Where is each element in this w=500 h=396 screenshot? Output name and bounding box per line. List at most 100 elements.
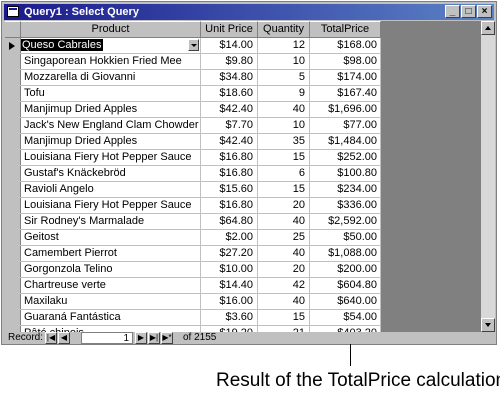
table-row[interactable]: Ravioli Angelo $15.60 15 $234.00 — [5, 182, 381, 198]
table-row[interactable]: Louisiana Fiery Hot Pepper Sauce $16.80 20… — [5, 198, 381, 214]
close-button[interactable]: × — [477, 5, 492, 18]
product-cell[interactable]: Louisiana Fiery Hot Pepper Sauce — [21, 150, 201, 165]
vertical-scrollbar[interactable] — [481, 21, 495, 332]
table-row[interactable]: Manjimup Dried Apples $42.40 35 $1,484.00 — [5, 134, 381, 150]
row-selector[interactable] — [5, 166, 21, 181]
row-selector[interactable] — [5, 214, 21, 229]
table-row[interactable]: Queso Cabrales $14.00 12 $168.00 — [5, 38, 381, 54]
total-price-cell[interactable]: $100.80 — [310, 166, 381, 181]
product-cell[interactable]: Sir Rodney's Marmalade — [21, 214, 201, 229]
quantity-cell[interactable]: 15 — [258, 182, 310, 197]
minimize-button[interactable]: _ — [445, 5, 460, 18]
table-row[interactable]: Mozzarella di Giovanni $34.80 5 $174.00 — [5, 70, 381, 86]
scroll-up-icon[interactable] — [481, 21, 495, 35]
table-row[interactable]: Camembert Pierrot $27.20 40 $1,088.00 — [5, 246, 381, 262]
unit-price-cell[interactable]: $10.00 — [201, 262, 258, 277]
unit-price-cell[interactable]: $16.00 — [201, 294, 258, 309]
last-record-icon[interactable]: ▶| — [148, 332, 160, 344]
table-row[interactable]: Geitost $2.00 25 $50.00 — [5, 230, 381, 246]
total-price-cell[interactable]: $77.00 — [310, 118, 381, 133]
unit-price-cell[interactable]: $64.80 — [201, 214, 258, 229]
product-cell[interactable]: Jack's New England Clam Chowder — [21, 118, 201, 133]
quantity-cell[interactable]: 35 — [258, 134, 310, 149]
quantity-cell[interactable]: 6 — [258, 166, 310, 181]
row-selector[interactable] — [5, 150, 21, 165]
product-cell[interactable]: Maxilaku — [21, 294, 201, 309]
total-price-cell[interactable]: $1,696.00 — [310, 102, 381, 117]
row-selector[interactable] — [5, 230, 21, 245]
row-selector[interactable] — [5, 102, 21, 117]
product-cell[interactable]: Camembert Pierrot — [21, 246, 201, 261]
product-cell[interactable]: Guaraná Fantástica — [21, 310, 201, 325]
total-price-cell[interactable]: $98.00 — [310, 54, 381, 69]
maximize-button[interactable]: □ — [461, 5, 476, 18]
table-row[interactable]: Jack's New England Clam Chowder $7.70 10 $7… — [5, 118, 381, 134]
product-cell[interactable]: Mozzarella di Giovanni — [21, 70, 201, 85]
unit-price-cell[interactable]: $9.80 — [201, 54, 258, 69]
table-row[interactable]: Chartreuse verte $14.40 42 $604.80 — [5, 278, 381, 294]
row-selector[interactable] — [5, 310, 21, 325]
quantity-cell[interactable]: 40 — [258, 102, 310, 117]
table-row[interactable]: Gustaf's Knäckebröd $16.80 6 $100.80 — [5, 166, 381, 182]
product-cell[interactable]: Singaporean Hokkien Fried Mee — [21, 54, 201, 69]
quantity-cell[interactable]: 42 — [258, 278, 310, 293]
row-selector[interactable] — [5, 134, 21, 149]
row-selector[interactable] — [5, 70, 21, 85]
total-price-cell[interactable]: $50.00 — [310, 230, 381, 245]
quantity-cell[interactable]: 15 — [258, 310, 310, 325]
next-record-icon[interactable]: ▶ — [135, 332, 147, 344]
table-row[interactable]: Guaraná Fantástica $3.60 15 $54.00 — [5, 310, 381, 326]
column-header-total-price[interactable]: TotalPrice — [310, 21, 381, 37]
product-cell[interactable]: Chartreuse verte — [21, 278, 201, 293]
product-cell[interactable]: Tofu — [21, 86, 201, 101]
total-price-cell[interactable]: $252.00 — [310, 150, 381, 165]
product-cell[interactable]: Manjimup Dried Apples — [21, 102, 201, 117]
unit-price-cell[interactable]: $7.70 — [201, 118, 258, 133]
total-price-cell[interactable]: $168.00 — [310, 38, 381, 53]
quantity-cell[interactable]: 10 — [258, 54, 310, 69]
table-row[interactable]: Louisiana Fiery Hot Pepper Sauce $16.80 15… — [5, 150, 381, 166]
product-cell[interactable]: Ravioli Angelo — [21, 182, 201, 197]
product-combo[interactable]: Queso Cabrales — [21, 38, 188, 53]
row-selector[interactable] — [5, 118, 21, 133]
quantity-cell[interactable]: 40 — [258, 294, 310, 309]
table-row[interactable]: Sir Rodney's Marmalade $64.80 40 $2,592.00 — [5, 214, 381, 230]
total-price-cell[interactable]: $234.00 — [310, 182, 381, 197]
unit-price-cell[interactable]: $14.40 — [201, 278, 258, 293]
chevron-down-icon[interactable] — [188, 39, 199, 51]
column-header-unit-price[interactable]: Unit Price — [201, 21, 258, 37]
table-row[interactable]: Manjimup Dried Apples $42.40 40 $1,696.00 — [5, 102, 381, 118]
table-row[interactable]: Tofu $18.60 9 $167.40 — [5, 86, 381, 102]
product-cell[interactable]: Gorgonzola Telino — [21, 262, 201, 277]
unit-price-cell[interactable]: $42.40 — [201, 102, 258, 117]
quantity-cell[interactable]: 15 — [258, 150, 310, 165]
quantity-cell[interactable]: 20 — [258, 198, 310, 213]
row-selector[interactable] — [5, 246, 21, 261]
total-price-cell[interactable]: $54.00 — [310, 310, 381, 325]
total-price-cell[interactable]: $1,088.00 — [310, 246, 381, 261]
product-cell[interactable]: Geitost — [21, 230, 201, 245]
unit-price-cell[interactable]: $3.60 — [201, 310, 258, 325]
total-price-cell[interactable]: $2,592.00 — [310, 214, 381, 229]
first-record-icon[interactable]: |◀ — [45, 332, 57, 344]
row-selector[interactable] — [5, 38, 21, 53]
quantity-cell[interactable]: 9 — [258, 86, 310, 101]
row-selector[interactable] — [5, 262, 21, 277]
quantity-cell[interactable]: 20 — [258, 262, 310, 277]
total-price-cell[interactable]: $604.80 — [310, 278, 381, 293]
row-selector[interactable] — [5, 182, 21, 197]
column-header-quantity[interactable]: Quantity — [258, 21, 310, 37]
product-cell[interactable]: Gustaf's Knäckebröd — [21, 166, 201, 181]
row-selector[interactable] — [5, 54, 21, 69]
scroll-down-icon[interactable] — [481, 318, 495, 332]
unit-price-cell[interactable]: $15.60 — [201, 182, 258, 197]
product-cell[interactable]: Louisiana Fiery Hot Pepper Sauce — [21, 198, 201, 213]
new-record-icon[interactable]: ▶* — [161, 332, 173, 344]
product-cell[interactable]: Manjimup Dried Apples — [21, 134, 201, 149]
unit-price-cell[interactable]: $42.40 — [201, 134, 258, 149]
table-row[interactable]: Singaporean Hokkien Fried Mee $9.80 10 $98.… — [5, 54, 381, 70]
total-price-cell[interactable]: $200.00 — [310, 262, 381, 277]
row-selector[interactable] — [5, 86, 21, 101]
total-price-cell[interactable]: $1,484.00 — [310, 134, 381, 149]
total-price-cell[interactable]: $336.00 — [310, 198, 381, 213]
